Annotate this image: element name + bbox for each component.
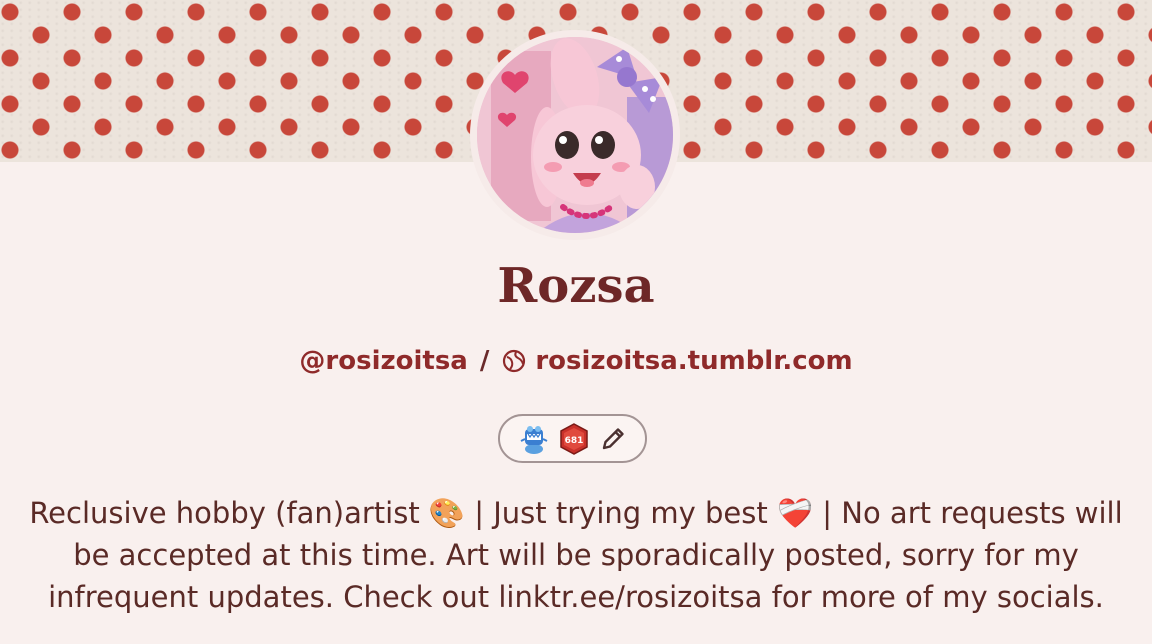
page-title: Rozsa [497, 258, 655, 314]
handle-separator: / [479, 346, 490, 376]
bio-text: Reclusive hobby (fan)artist 🎨 | Just try… [29, 496, 1123, 614]
globe-icon [501, 348, 527, 374]
avatar-image [477, 37, 673, 233]
badges-button[interactable]: 681 [498, 414, 647, 463]
blue-cartoon-badge-icon [519, 423, 549, 455]
number-badge-label: 681 [564, 436, 583, 446]
profile-handle-row: @rosizoitsa / rosizoitsa.tumblr.com [0, 346, 1152, 376]
avatar[interactable] [470, 30, 680, 240]
number-badge-icon: 681 [559, 422, 589, 455]
blog-url-link[interactable]: rosizoitsa.tumblr.com [535, 346, 852, 376]
handle-link[interactable]: @rosizoitsa [299, 346, 467, 376]
pencil-icon[interactable] [599, 425, 627, 453]
